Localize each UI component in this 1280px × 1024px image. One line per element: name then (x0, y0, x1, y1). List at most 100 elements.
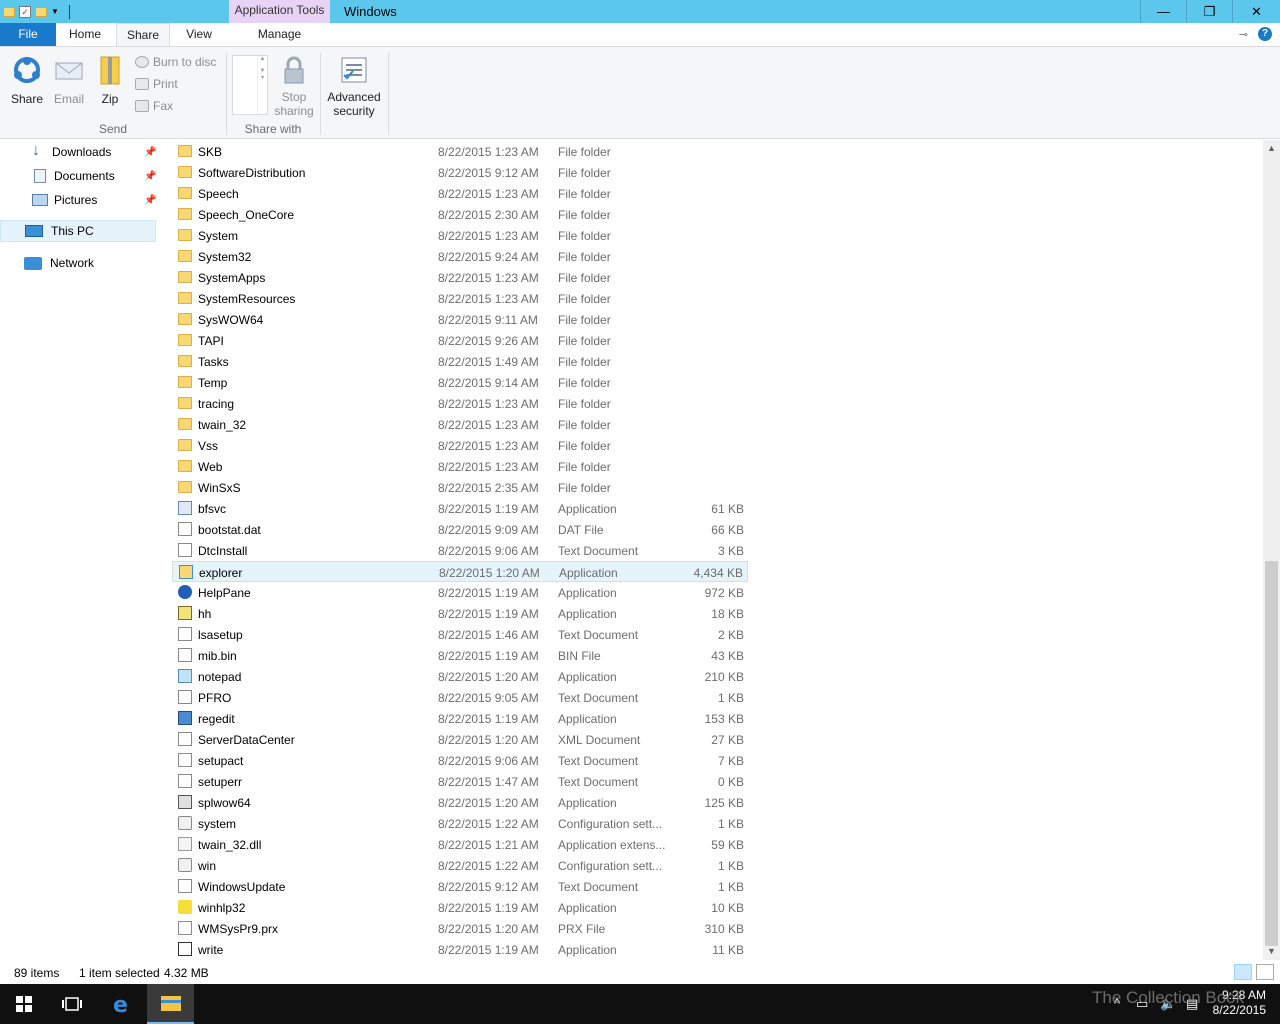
minimize-button[interactable]: — (1140, 0, 1186, 23)
file-row[interactable]: SystemResources 8/22/2015 1:23 AM File fol… (172, 288, 748, 309)
file-date: 8/22/2015 9:11 AM (438, 313, 538, 327)
pin-icon[interactable]: 📌 (144, 147, 156, 158)
stop-sharing-button[interactable]: Stop sharing (272, 55, 316, 118)
file-row[interactable]: SKB 8/22/2015 1:23 AM File folder (172, 141, 748, 162)
file-row[interactable]: winhlp32 8/22/2015 1:19 AM Application 10 K… (172, 897, 748, 918)
scroll-thumb[interactable] (1265, 561, 1278, 946)
file-row[interactable]: setupact 8/22/2015 9:06 AM Text Document 7 … (172, 750, 748, 771)
start-button[interactable] (0, 984, 48, 1024)
file-row[interactable]: system 8/22/2015 1:22 AM Configuration set… (172, 813, 748, 834)
pin-icon[interactable]: 📌 (144, 195, 156, 206)
file-row[interactable]: notepad 8/22/2015 1:20 AM Application 210 K… (172, 666, 748, 687)
share-list-scroll[interactable]: ▲ ▼ ▾ (257, 56, 267, 114)
file-type: Text Document (558, 544, 639, 558)
advanced-security-button[interactable]: Advanced security (326, 55, 382, 118)
pin-ribbon-icon[interactable]: ⊸ (1239, 28, 1248, 41)
file-explorer-taskbar-button[interactable] (147, 984, 194, 1024)
file-name: regedit (198, 712, 235, 726)
file-row[interactable]: mib.bin 8/22/2015 1:19 AM BIN File 43 KB (172, 645, 748, 666)
file-size: 1 KB (717, 817, 744, 831)
zip-button[interactable]: Zip (92, 55, 128, 106)
file-row[interactable]: PFRO 8/22/2015 9:05 AM Text Document 1 KB (172, 687, 748, 708)
file-row[interactable]: Temp 8/22/2015 9:14 AM File folder (172, 372, 748, 393)
file-date: 8/22/2015 9:05 AM (438, 691, 539, 705)
tab-view[interactable]: View (174, 23, 224, 46)
file-row[interactable]: Tasks 8/22/2015 1:49 AM File folder (172, 351, 748, 372)
file-size: 0 KB (717, 775, 744, 789)
file-row[interactable]: bfsvc 8/22/2015 1:19 AM Application 61 KB (172, 498, 748, 519)
details-view-button[interactable] (1234, 964, 1252, 980)
file-row[interactable]: regedit 8/22/2015 1:19 AM Application 153 K… (172, 708, 748, 729)
help-icon[interactable]: ? (1258, 27, 1272, 41)
large-icons-view-button[interactable] (1256, 964, 1274, 980)
file-row[interactable]: System32 8/22/2015 9:24 AM File folder (172, 246, 748, 267)
scroll-up-icon[interactable]: ▲ (1263, 140, 1280, 157)
pin-icon[interactable]: 📌 (144, 171, 156, 182)
file-name: Vss (198, 439, 219, 453)
tab-share[interactable]: Share (116, 23, 170, 47)
new-folder-icon[interactable] (35, 6, 47, 17)
file-row[interactable]: System 8/22/2015 1:23 AM File folder (172, 225, 748, 246)
nav-item-network[interactable]: Network (24, 252, 156, 274)
fax-button[interactable]: Fax (135, 99, 173, 113)
file-row[interactable]: bootstat.dat 8/22/2015 9:09 AM DAT File 66 … (172, 519, 748, 540)
nav-item-downloads[interactable]: ↓ Downloads 📌 (32, 141, 156, 163)
file-row[interactable]: write 8/22/2015 1:19 AM Application 11 KB (172, 939, 748, 960)
file-row[interactable]: twain_32 8/22/2015 1:23 AM File folder (172, 414, 748, 435)
file-row[interactable]: DtcInstall 8/22/2015 9:06 AM Text Document… (172, 540, 748, 561)
tab-home[interactable]: Home (59, 23, 111, 46)
tab-manage[interactable]: Manage (229, 23, 330, 46)
file-date: 8/22/2015 1:19 AM (438, 649, 539, 663)
file-row[interactable]: Speech_OneCore 8/22/2015 2:30 AM File fold… (172, 204, 748, 225)
nav-item-documents[interactable]: Documents 📌 (34, 165, 156, 187)
scroll-down-icon[interactable]: ▼ (1263, 943, 1280, 960)
task-view-button[interactable] (48, 984, 96, 1024)
file-row[interactable]: WindowsUpdate 8/22/2015 9:12 AM Text Docum… (172, 876, 748, 897)
file-date: 8/22/2015 1:23 AM (438, 271, 539, 285)
file-row[interactable]: hh 8/22/2015 1:19 AM Application 18 KB (172, 603, 748, 624)
burn-to-disc-button[interactable]: Burn to disc (135, 55, 216, 69)
file-row[interactable]: SoftwareDistribution 8/22/2015 9:12 AM Fil… (172, 162, 748, 183)
file-row[interactable]: Speech 8/22/2015 1:23 AM File folder (172, 183, 748, 204)
file-name: HelpPane (198, 586, 251, 600)
file-row[interactable]: tracing 8/22/2015 1:23 AM File folder (172, 393, 748, 414)
close-button[interactable]: ✕ (1232, 0, 1280, 23)
file-row[interactable]: SysWOW64 8/22/2015 9:11 AM File folder (172, 309, 748, 330)
file-row[interactable]: Vss 8/22/2015 1:23 AM File folder (172, 435, 748, 456)
email-button[interactable]: Email (50, 55, 88, 106)
file-row[interactable]: Web 8/22/2015 1:23 AM File folder (172, 456, 748, 477)
folder-icon (178, 229, 192, 241)
share-button[interactable]: Share (8, 55, 46, 106)
file-row[interactable]: twain_32.dll 8/22/2015 1:21 AM Application… (172, 834, 748, 855)
nav-item-pictures[interactable]: Pictures 📌 (32, 189, 156, 211)
chevron-down-icon[interactable]: ▼ (51, 7, 59, 16)
file-row[interactable]: TAPI 8/22/2015 9:26 AM File folder (172, 330, 748, 351)
nav-item-this-pc[interactable]: This PC (0, 220, 156, 242)
share-with-list[interactable]: ▲ ▼ ▾ (232, 55, 268, 115)
file-row[interactable]: ServerDataCenter 8/22/2015 1:20 AM XML Doc… (172, 729, 748, 750)
file-size: 27 KB (711, 733, 744, 747)
file-icon (178, 501, 192, 515)
ribbon-controls: ⊸ ? (1239, 27, 1272, 41)
file-row[interactable]: win 8/22/2015 1:22 AM Configuration sett..… (172, 855, 748, 876)
file-row[interactable]: SystemApps 8/22/2015 1:23 AM File folder (172, 267, 748, 288)
file-icon (178, 522, 192, 536)
file-row[interactable]: setuperr 8/22/2015 1:47 AM Text Document 0 … (172, 771, 748, 792)
file-name: Temp (198, 376, 228, 390)
vertical-scrollbar[interactable]: ▲ ▼ (1263, 140, 1280, 960)
file-row[interactable]: WinSxS 8/22/2015 2:35 AM File folder (172, 477, 748, 498)
file-row[interactable]: splwow64 8/22/2015 1:20 AM Application 125 … (172, 792, 748, 813)
file-row[interactable]: WMSysPr9.prx 8/22/2015 1:20 AM PRX File 310… (172, 918, 748, 939)
restore-button[interactable]: ❐ (1186, 0, 1232, 23)
tab-file[interactable]: File (0, 23, 56, 46)
edge-button[interactable]: e (98, 984, 146, 1024)
file-date: 8/22/2015 1:23 AM (438, 418, 539, 432)
file-date: 8/22/2015 1:23 AM (438, 229, 539, 243)
stop-label-2: sharing (274, 104, 314, 118)
file-row[interactable]: HelpPane 8/22/2015 1:19 AM Application 972 … (172, 582, 748, 603)
properties-icon[interactable]: ✓ (19, 5, 31, 18)
print-button[interactable]: Print (135, 77, 178, 91)
advanced-label-2: security (333, 104, 375, 118)
file-row[interactable]: explorer 8/22/2015 1:20 AM Application 4,43… (172, 561, 748, 582)
file-row[interactable]: lsasetup 8/22/2015 1:46 AM Text Document 2 … (172, 624, 748, 645)
